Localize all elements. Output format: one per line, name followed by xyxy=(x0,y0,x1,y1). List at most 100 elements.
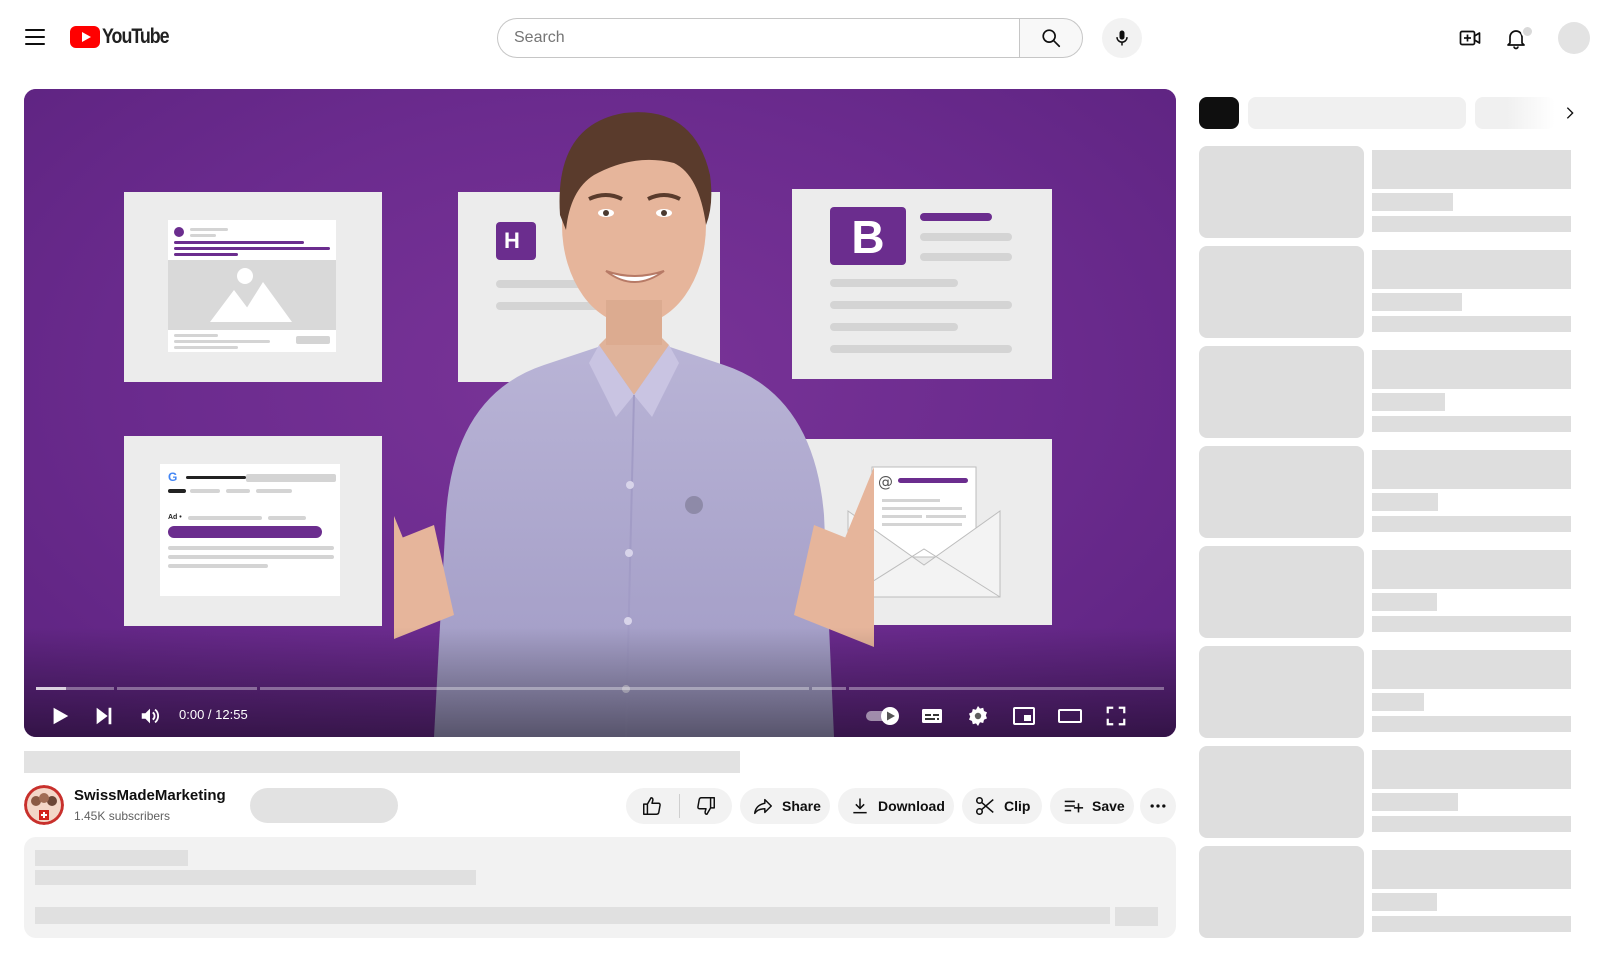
meta-placeholder xyxy=(1372,893,1437,911)
recommendation-placeholder[interactable] xyxy=(1199,346,1571,438)
progress-played xyxy=(36,687,66,690)
chip-placeholder[interactable] xyxy=(1475,97,1555,129)
fullscreen-icon xyxy=(1106,706,1126,726)
meta-placeholder xyxy=(1372,616,1571,632)
settings-button[interactable] xyxy=(960,698,996,734)
volume-icon xyxy=(141,708,159,724)
thumbnail-placeholder xyxy=(1199,146,1364,238)
search-bar xyxy=(497,18,1083,58)
play-button[interactable] xyxy=(42,698,78,734)
thumbs-down-icon xyxy=(696,797,715,815)
more-actions-button[interactable] xyxy=(1140,788,1176,824)
dislike-button[interactable] xyxy=(679,788,732,824)
mute-button[interactable] xyxy=(132,698,168,734)
video-title-placeholder xyxy=(24,751,740,773)
description-line xyxy=(35,870,476,885)
subtitles-button[interactable] xyxy=(914,698,950,734)
thumbnail-placeholder xyxy=(1199,446,1364,538)
theater-mode-button[interactable] xyxy=(1052,698,1088,734)
ad-label: Ad • xyxy=(168,514,182,521)
thumbnail-placeholder xyxy=(1199,246,1364,338)
like-button[interactable] xyxy=(626,788,679,824)
meta-placeholder xyxy=(1372,693,1424,711)
fullscreen-button[interactable] xyxy=(1098,698,1134,734)
clip-button[interactable]: Clip xyxy=(962,788,1042,824)
next-button[interactable] xyxy=(86,698,122,734)
search-input[interactable] xyxy=(497,18,1019,58)
meta-placeholder xyxy=(1372,916,1571,932)
meta-placeholder xyxy=(1372,316,1571,332)
autoplay-toggle-icon xyxy=(866,707,899,725)
meta-placeholder xyxy=(1372,716,1571,732)
title-placeholder xyxy=(1372,350,1571,389)
chip-placeholder[interactable] xyxy=(1248,97,1466,129)
channel-avatar[interactable] xyxy=(24,785,64,825)
social-post-card xyxy=(124,192,382,382)
notification-badge xyxy=(1521,25,1534,38)
settings-gear-icon xyxy=(969,706,987,726)
recommendation-placeholder[interactable] xyxy=(1199,646,1571,738)
meta-placeholder xyxy=(1372,293,1462,311)
video-player[interactable]: H B G Ad • @ 0:00 / 12:55 xyxy=(24,89,1176,737)
channel-name[interactable]: SwissMadeMarketing xyxy=(74,787,226,804)
like-dislike-group xyxy=(626,788,732,824)
subscriber-count: 1.45K subscribers xyxy=(74,809,171,823)
meta-placeholder xyxy=(1372,493,1438,511)
recommendation-placeholder[interactable] xyxy=(1199,246,1571,338)
title-placeholder xyxy=(1372,150,1571,189)
recommendation-placeholder[interactable] xyxy=(1199,746,1571,838)
recommendation-placeholder[interactable] xyxy=(1199,446,1571,538)
at-sign: @ xyxy=(878,473,893,491)
chapter-segment xyxy=(811,687,846,690)
account-avatar[interactable] xyxy=(1558,22,1590,54)
title-placeholder xyxy=(1372,650,1571,689)
chip-all[interactable] xyxy=(1199,97,1239,129)
meta-placeholder xyxy=(1372,393,1445,411)
chapter-segment xyxy=(259,687,809,690)
meta-placeholder xyxy=(1372,416,1571,432)
title-placeholder xyxy=(1372,750,1571,789)
share-icon xyxy=(754,798,772,815)
share-button[interactable]: Share xyxy=(740,788,830,824)
subtitles-icon xyxy=(922,709,942,723)
google-g-icon: G xyxy=(168,470,178,484)
meta-placeholder xyxy=(1372,193,1453,211)
recommendation-placeholder[interactable] xyxy=(1199,546,1571,638)
search-button[interactable] xyxy=(1019,18,1083,58)
play-icon xyxy=(53,707,69,725)
thumbs-up-icon xyxy=(643,797,662,815)
title-placeholder xyxy=(1372,550,1571,589)
description-line xyxy=(35,907,1110,924)
save-button[interactable]: Save xyxy=(1050,788,1134,824)
mic-icon xyxy=(1116,30,1128,46)
chevron-right-icon xyxy=(1566,107,1574,119)
progress-bar[interactable] xyxy=(36,687,1164,690)
masthead: YouTube xyxy=(0,0,1600,76)
youtube-logo[interactable]: YouTube xyxy=(70,25,180,49)
voice-search-button[interactable] xyxy=(1102,18,1142,58)
meta-placeholder xyxy=(1372,793,1458,811)
save-label: Save xyxy=(1092,798,1125,814)
share-label: Share xyxy=(782,798,821,814)
create-button[interactable] xyxy=(1454,22,1486,54)
download-button[interactable]: Download xyxy=(838,788,954,824)
description-more-placeholder xyxy=(1115,907,1158,926)
download-icon xyxy=(853,798,867,814)
scissors-icon xyxy=(975,796,994,816)
menu-icon[interactable] xyxy=(18,22,52,52)
title-placeholder xyxy=(1372,450,1571,489)
autoplay-toggle[interactable] xyxy=(862,698,904,734)
miniplayer-button[interactable] xyxy=(1006,698,1042,734)
thumbnail-placeholder xyxy=(1199,646,1364,738)
recommendation-placeholder[interactable] xyxy=(1199,846,1571,938)
chips-next-button[interactable] xyxy=(1556,99,1584,127)
title-placeholder xyxy=(1372,850,1571,889)
recommendation-placeholder[interactable] xyxy=(1199,146,1571,238)
subscribe-button-placeholder[interactable] xyxy=(250,788,398,823)
description-placeholder[interactable] xyxy=(24,837,1176,938)
next-icon xyxy=(96,707,112,725)
theater-icon xyxy=(1058,709,1082,723)
thumbnail-placeholder xyxy=(1199,746,1364,838)
more-horizontal-icon xyxy=(1150,804,1166,808)
meta-placeholder xyxy=(1372,816,1571,832)
